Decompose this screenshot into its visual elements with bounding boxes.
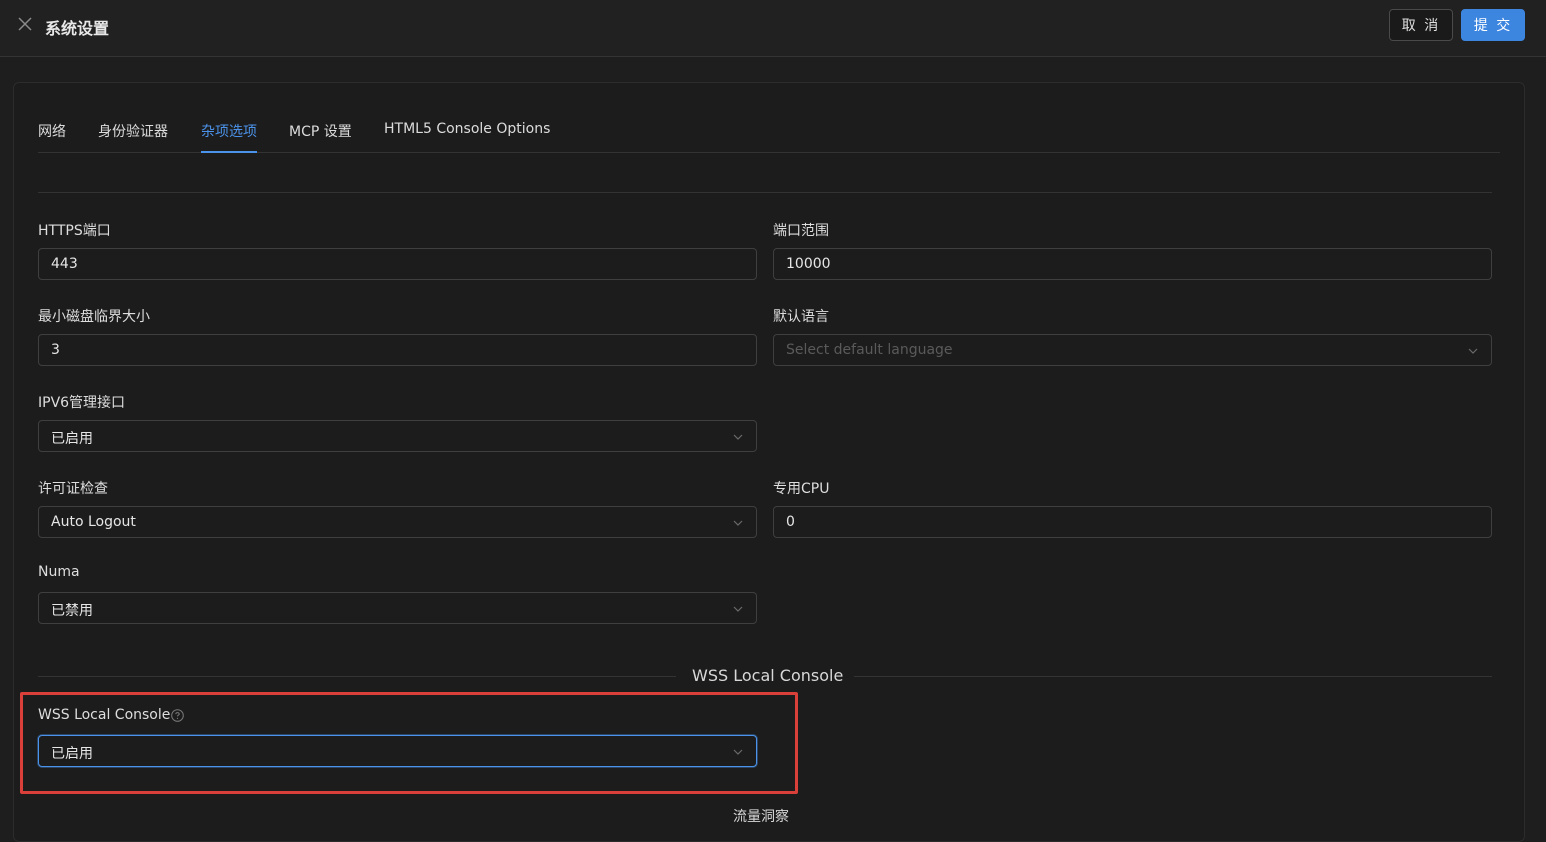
submit-button[interactable]: 提 交 xyxy=(1461,9,1525,41)
tab-network[interactable]: 网络 xyxy=(38,121,66,141)
top-bar: 系统设置 取 消 提 交 xyxy=(0,0,1546,57)
default-language-select[interactable]: Select default language xyxy=(773,334,1492,366)
license-check-select[interactable]: Auto Logout xyxy=(38,506,757,538)
dedicated-cpu-input[interactable] xyxy=(773,506,1492,538)
min-disk-input[interactable] xyxy=(38,334,757,366)
default-language-label: 默认语言 xyxy=(773,309,829,325)
wss-divider-right xyxy=(854,676,1492,677)
tabs-divider xyxy=(38,152,1500,153)
ipv6-mgmt-value: 已启用 xyxy=(51,431,93,447)
tab-html5-console-options[interactable]: HTML5 Console Options xyxy=(384,121,550,137)
page-title: 系统设置 xyxy=(45,19,110,38)
default-language-placeholder: Select default language xyxy=(786,342,953,358)
https-port-label: HTTPS端口 xyxy=(38,223,111,239)
chevron-down-icon xyxy=(733,606,743,612)
port-range-label: 端口范围 xyxy=(773,223,829,239)
numa-value: 已禁用 xyxy=(51,603,93,619)
numa-label: Numa xyxy=(38,564,80,580)
https-port-input[interactable] xyxy=(38,248,757,280)
wss-section-title: WSS Local Console xyxy=(692,666,844,685)
license-check-value: Auto Logout xyxy=(51,514,136,530)
license-check-label: 许可证检查 xyxy=(38,481,108,497)
tab-authenticator[interactable]: 身份验证器 xyxy=(98,121,168,141)
active-tab-indicator xyxy=(201,151,257,153)
tab-misc-options[interactable]: 杂项选项 xyxy=(201,121,257,141)
section-divider xyxy=(38,192,1492,193)
dedicated-cpu-label: 专用CPU xyxy=(773,481,830,497)
numa-select[interactable]: 已禁用 xyxy=(38,592,757,624)
highlight-annotation-box xyxy=(20,692,798,794)
chevron-down-icon xyxy=(733,520,743,526)
wss-divider-left xyxy=(38,676,676,677)
min-disk-label: 最小磁盘临界大小 xyxy=(38,309,150,325)
close-icon[interactable] xyxy=(16,15,34,33)
ipv6-mgmt-label: IPV6管理接口 xyxy=(38,395,126,411)
ipv6-mgmt-select[interactable]: 已启用 xyxy=(38,420,757,452)
port-range-input[interactable] xyxy=(773,248,1492,280)
chevron-down-icon xyxy=(1468,348,1478,354)
chevron-down-icon xyxy=(733,434,743,440)
next-section-title: 流量洞察 xyxy=(733,809,789,825)
tab-mcp-settings[interactable]: MCP 设置 xyxy=(289,121,352,141)
cancel-button[interactable]: 取 消 xyxy=(1389,9,1453,41)
